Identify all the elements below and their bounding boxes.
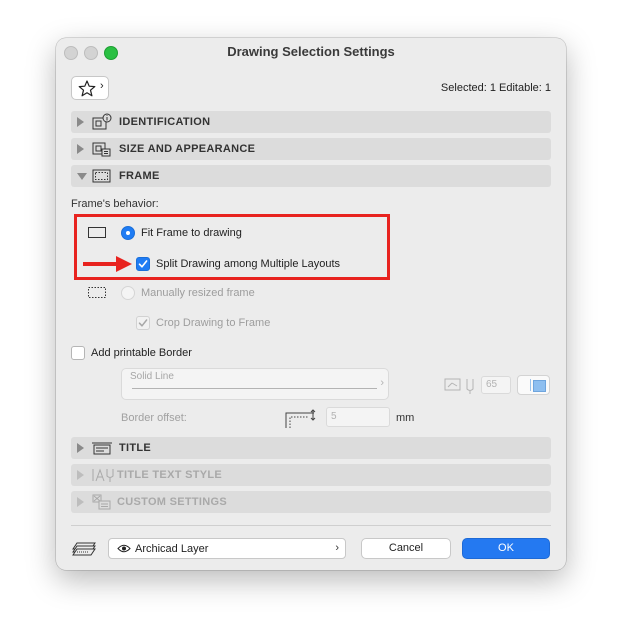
section-size-appearance[interactable]: SIZE AND APPEARANCE xyxy=(71,138,551,160)
expand-triangle-icon xyxy=(77,497,84,507)
section-label: TITLE xyxy=(119,442,152,454)
checkmark-icon xyxy=(138,319,148,327)
section-label: FRAME xyxy=(119,170,160,182)
title-text-style-icon xyxy=(92,468,114,482)
section-title-text-style: TITLE TEXT STYLE xyxy=(71,464,551,486)
title-icon xyxy=(92,442,112,455)
section-title[interactable]: TITLE xyxy=(71,437,551,459)
custom-settings-icon xyxy=(92,494,111,510)
manual-resize-label: Manually resized frame xyxy=(141,287,255,299)
expand-triangle-icon xyxy=(77,144,84,154)
favorites-button[interactable]: › xyxy=(71,76,109,100)
frame-behavior-label: Frame's behavior: xyxy=(71,198,159,210)
selection-info: Selected: 1 Editable: 1 xyxy=(440,82,551,94)
section-identification[interactable]: IDENTIFICATION xyxy=(71,111,551,133)
expand-triangle-icon xyxy=(77,470,84,480)
dialog-window: Drawing Selection Settings › Selected: 1… xyxy=(56,38,566,570)
crop-drawing-checkbox[interactable] xyxy=(136,316,150,330)
border-color-button[interactable] xyxy=(517,375,550,395)
title-bar: Drawing Selection Settings xyxy=(56,38,566,66)
section-label: IDENTIFICATION xyxy=(119,116,211,128)
pen-icon xyxy=(444,378,474,394)
chevron-right-icon: › xyxy=(335,542,339,554)
section-custom-settings: CUSTOM SETTINGS xyxy=(71,491,551,513)
line-type-label: Solid Line xyxy=(130,371,174,382)
window-title: Drawing Selection Settings xyxy=(227,44,395,59)
pen-number-field[interactable]: 65 xyxy=(481,376,511,394)
section-label: TITLE TEXT STYLE xyxy=(117,469,223,481)
eye-icon xyxy=(117,544,131,553)
footer-divider xyxy=(71,525,551,526)
color-swatch xyxy=(533,380,546,392)
size-appearance-icon xyxy=(92,142,111,157)
frame-icon xyxy=(92,169,111,183)
expand-triangle-icon xyxy=(77,443,84,453)
cancel-button[interactable]: Cancel xyxy=(361,538,451,559)
chevron-right-icon: › xyxy=(380,377,384,389)
layer-selector[interactable]: Archicad Layer › xyxy=(108,538,346,559)
expand-triangle-icon xyxy=(77,117,84,127)
identification-icon xyxy=(92,113,112,130)
add-border-checkbox[interactable] xyxy=(71,346,85,360)
add-border-label: Add printable Border xyxy=(91,347,192,359)
collapse-triangle-icon xyxy=(77,173,87,180)
section-frame[interactable]: FRAME xyxy=(71,165,551,187)
line-preview xyxy=(132,388,377,389)
crop-drawing-label: Crop Drawing to Frame xyxy=(156,317,271,329)
border-offset-label: Border offset: xyxy=(121,412,187,424)
border-offset-input[interactable]: 5 xyxy=(326,407,390,427)
layer-icon xyxy=(72,542,96,556)
border-offset-unit: mm xyxy=(396,412,415,424)
color-separator xyxy=(530,379,531,391)
section-label: CUSTOM SETTINGS xyxy=(117,496,228,508)
manual-resize-radio[interactable] xyxy=(121,286,135,300)
section-label: SIZE AND APPEARANCE xyxy=(119,143,256,155)
ok-button[interactable]: OK xyxy=(462,538,550,559)
star-icon xyxy=(78,80,96,97)
line-type-selector[interactable]: Solid Line › xyxy=(121,368,389,400)
manual-frame-icon xyxy=(88,287,106,298)
layer-name: Archicad Layer xyxy=(135,543,209,555)
annotation-highlight-box xyxy=(74,214,390,280)
border-offset-icon xyxy=(285,409,316,428)
favorites-chevron-icon: › xyxy=(100,80,104,92)
